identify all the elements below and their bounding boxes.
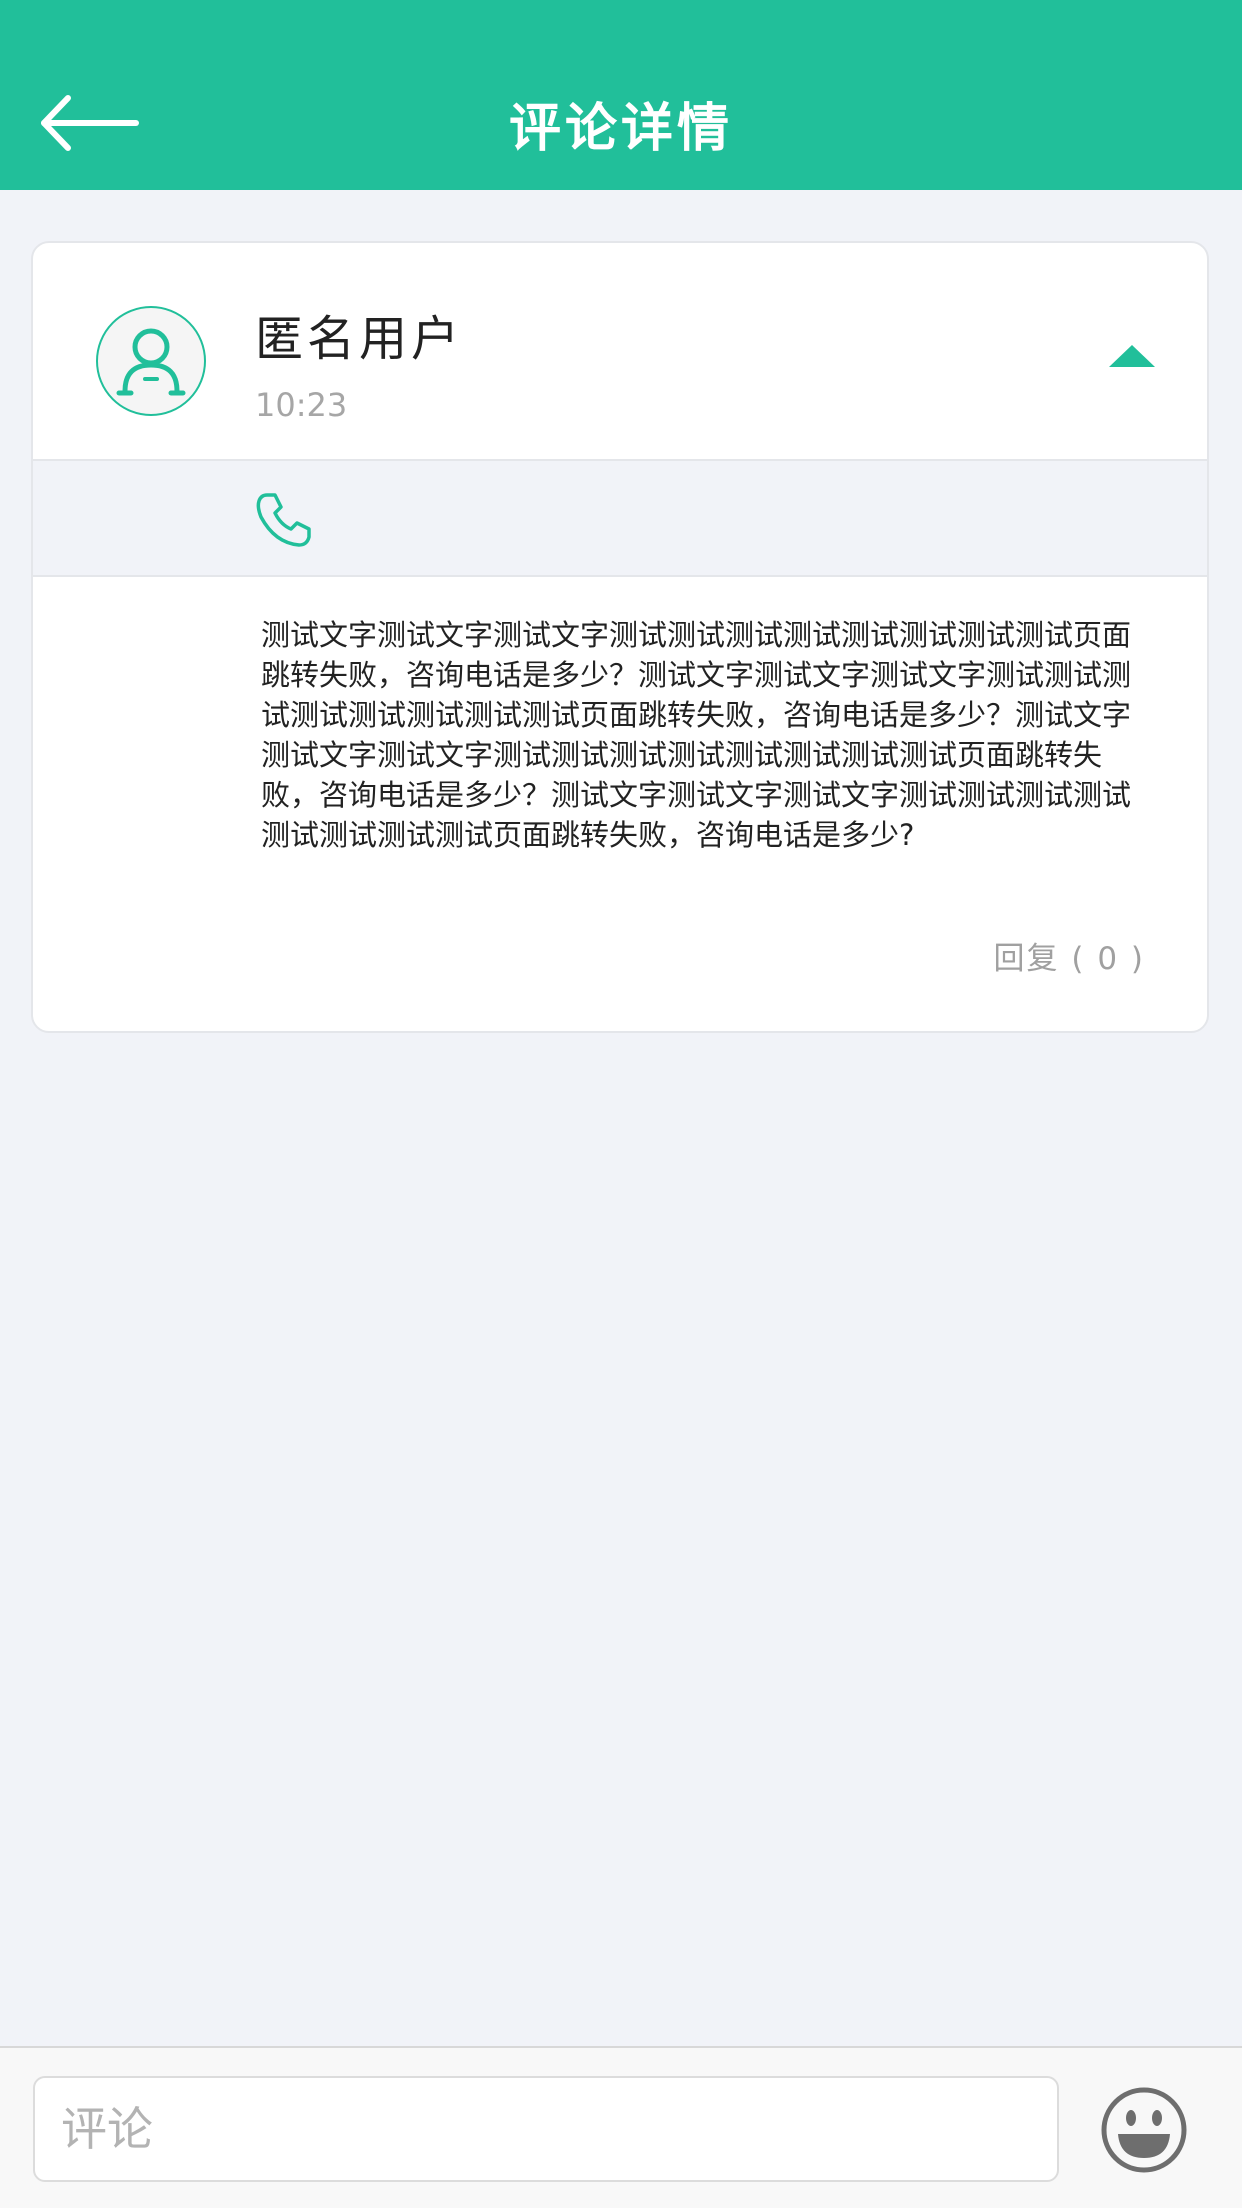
collapse-button[interactable] xyxy=(1105,339,1159,373)
comment-card: 匿名用户 10:23 测试文字测试文字测试文字测试测试测试测试测试测试测试测试页… xyxy=(31,241,1209,1033)
smiley-icon xyxy=(1101,2087,1187,2173)
app-header: 评论详情 xyxy=(0,0,1242,190)
phone-bar xyxy=(33,459,1207,577)
user-avatar-icon xyxy=(96,306,206,416)
comment-time: 10:23 xyxy=(255,386,348,424)
phone-icon xyxy=(256,493,311,547)
user-name: 匿名用户 xyxy=(255,311,464,367)
call-button[interactable] xyxy=(253,489,313,549)
page-title: 评论详情 xyxy=(508,99,733,159)
comment-input[interactable] xyxy=(33,2076,1059,2182)
avatar xyxy=(95,305,207,417)
comment-text: 测试文字测试文字测试文字测试测试测试测试测试测试测试测试页面跳转失败，咨询电话是… xyxy=(261,618,1132,852)
comment-input-bar xyxy=(0,2046,1242,2208)
triangle-up-icon xyxy=(1109,345,1155,367)
emoji-button[interactable] xyxy=(1100,2086,1188,2174)
reply-button[interactable]: 回复 ( 0 ) xyxy=(994,933,1145,978)
